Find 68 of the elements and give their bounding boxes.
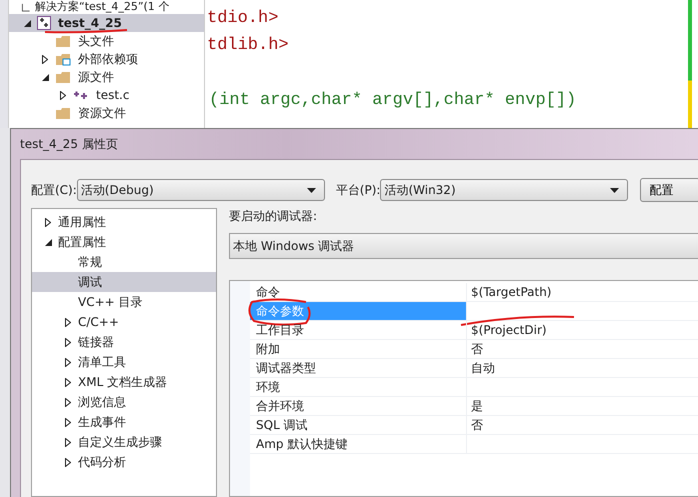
collapsed-arrow-icon[interactable] [65,458,71,466]
tree-item[interactable]: 代码分析 [32,452,216,472]
collapsed-arrow-icon[interactable] [65,358,71,366]
property-name[interactable]: 调试器类型 [250,359,467,378]
tree-item[interactable]: 浏览信息 [32,392,216,412]
collapsed-arrow-icon[interactable] [65,338,71,346]
debugger-label: 要启动的调试器: [229,208,318,225]
folder-icon [55,34,71,48]
tree-item[interactable]: 配置属性 [32,232,216,252]
tree-item[interactable]: 外部依赖项 [9,50,204,68]
tree-item[interactable]: 生成事件 [32,412,216,432]
property-value[interactable]: $(TargetPath) [467,283,698,302]
tree-item[interactable]: 通用属性 [32,212,216,232]
tree-item[interactable]: test_4_25 [9,14,204,32]
collapsed-arrow-icon[interactable] [65,318,71,326]
solution-title: 解决方案“test_4_25”(1 个 [35,0,170,14]
code-line: (int argc,char* argv[],char* envp[]) [208,90,578,112]
property-value[interactable]: $(ProjectDir) [467,321,698,340]
tree-item[interactable]: XML 文档生成器 [32,372,216,392]
collapsed-arrow-icon[interactable] [65,438,71,446]
configuration-label: 配置(C): [31,182,77,198]
collapsed-arrow-icon[interactable] [42,54,48,64]
property-name[interactable]: 工作目录 [250,321,467,340]
tree-item[interactable]: C/C++ [32,312,216,332]
dropdown-arrow-icon [306,188,316,192]
dropdown-arrow-icon [610,188,620,192]
tree-item[interactable]: test.c [9,86,204,104]
property-name[interactable]: SQL 调试 [250,416,467,435]
configuration-manager-button[interactable]: 配置 [640,178,698,202]
collapsed-arrow-icon[interactable] [65,418,71,426]
property-value[interactable]: 自动 [467,359,698,378]
dialog-title: test_4_25 属性页 [20,136,118,152]
tree-item[interactable]: 调试 [32,272,216,292]
configuration-dropdown[interactable]: 活动(Debug) [76,179,325,201]
tree-item[interactable]: 常规 [32,252,216,272]
property-name[interactable]: 附加 [250,340,467,359]
folder-icon [55,106,71,120]
tree-item[interactable]: VC++ 目录 [32,292,216,312]
property-value[interactable]: 否 [467,340,698,359]
collapsed-arrow-icon[interactable] [45,218,51,226]
folder-icon [55,70,71,84]
platform-dropdown[interactable]: 活动(Win32) [380,179,628,201]
property-name[interactable]: 环境 [250,378,467,397]
collapsed-arrow-icon[interactable] [65,378,71,386]
platform-label: 平台(P): [336,182,380,198]
property-value[interactable]: 否 [467,416,698,435]
collapsed-arrow-icon[interactable] [60,90,66,100]
tree-item[interactable]: 清单工具 [32,352,216,372]
solution-icon [21,2,31,12]
code-line: tdlib.h> [207,35,290,57]
property-name[interactable]: 合并环境 [250,397,467,416]
tree-item[interactable]: 自定义生成步骤 [32,432,216,452]
expanded-arrow-icon[interactable] [42,74,48,80]
tree-item[interactable]: 链接器 [32,332,216,352]
collapsed-arrow-icon[interactable] [65,398,71,406]
property-value[interactable]: 是 [467,397,698,416]
code-line: tdio.h> [207,8,280,30]
debugger-dropdown[interactable]: 本地 Windows 调试器 [229,233,698,259]
tree-item[interactable]: 头文件 [9,32,204,50]
property-name[interactable]: Amp 默认快捷键 [250,435,467,454]
project-icon [37,16,51,30]
code-editor[interactable]: tdio.h> tdlib.h> (int argc,char* argv[],char* envp[]) [205,0,698,128]
tree-item[interactable]: 源文件 [9,68,204,86]
expanded-arrow-icon[interactable] [24,20,30,26]
expanded-arrow-icon[interactable] [44,238,52,246]
folder-icon [55,52,71,66]
cpp-file-icon [73,90,89,100]
tree-item[interactable]: 资源文件 [9,104,204,122]
